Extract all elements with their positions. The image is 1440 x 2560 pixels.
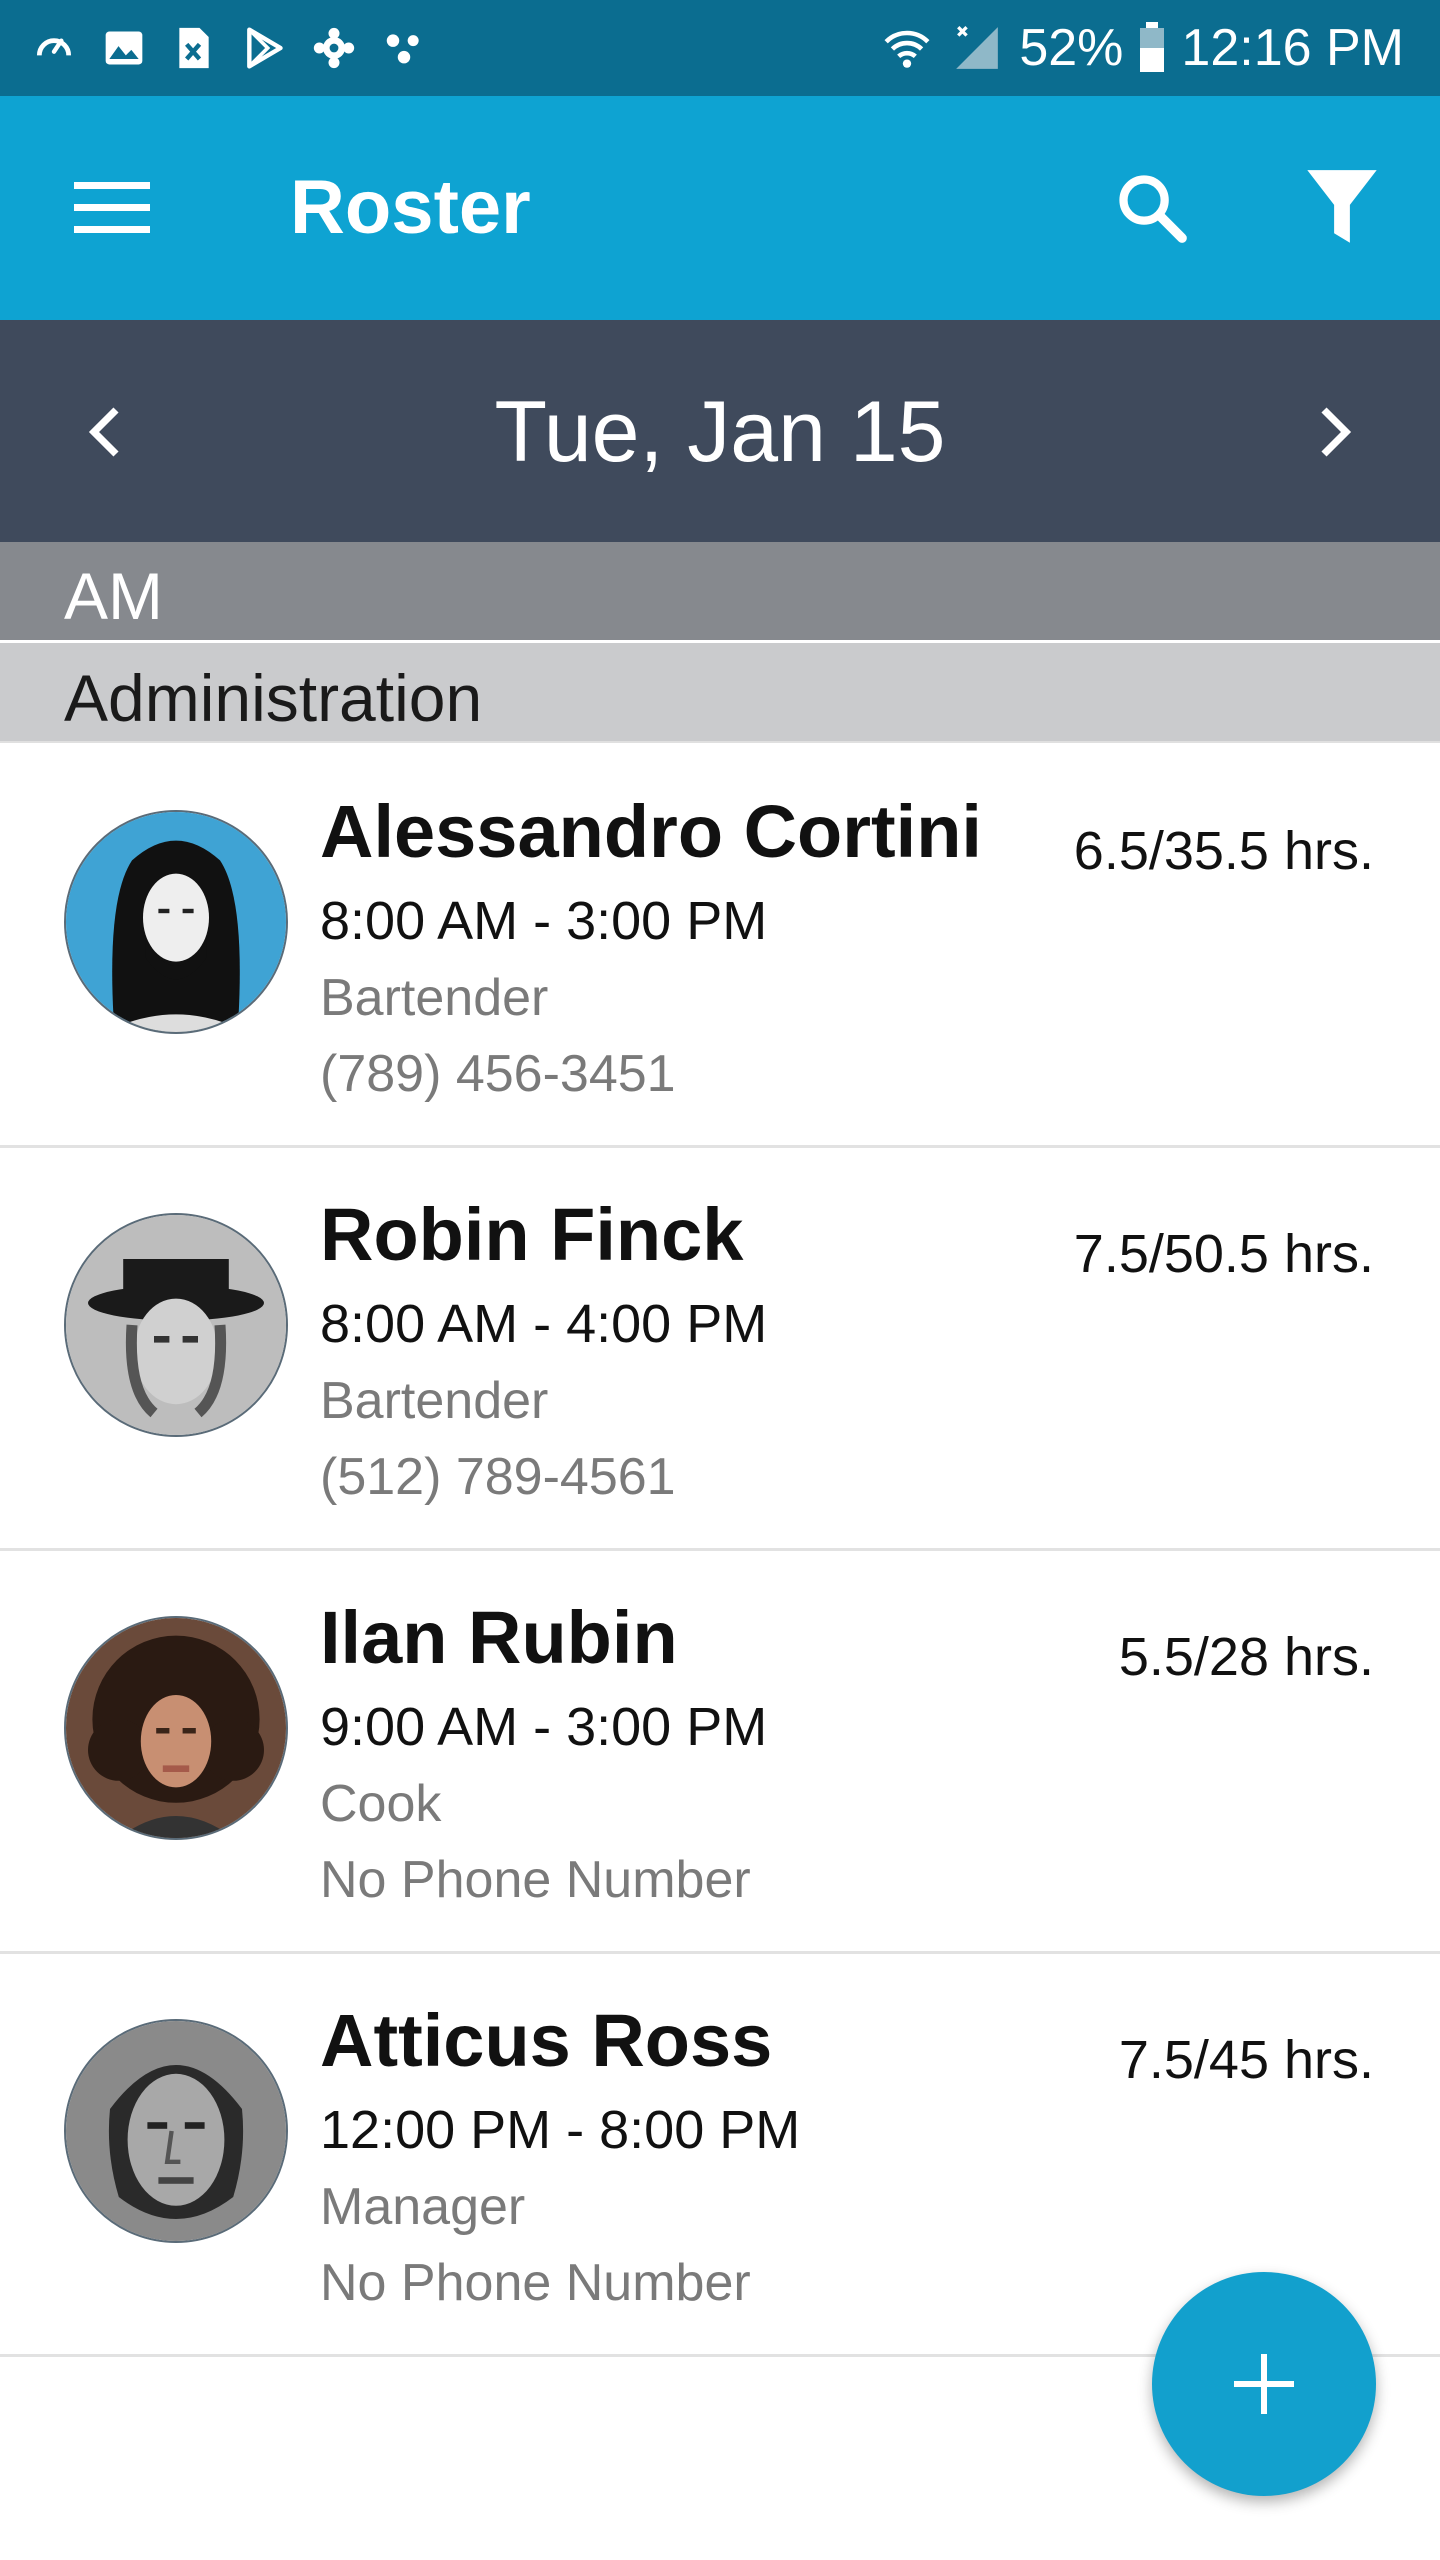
- app-bar: Roster: [0, 96, 1440, 320]
- battery-percent: 52%: [1019, 19, 1124, 77]
- employee-name: Atticus Ross: [320, 1999, 773, 2082]
- employee-role: Bartender: [320, 969, 549, 1027]
- notification-icons: [30, 22, 428, 74]
- shift-time: 9:00 AM - 3:00 PM: [320, 1697, 768, 1757]
- avatar: [64, 1616, 288, 1840]
- hours-summary: 7.5/45 hrs.: [1118, 2030, 1374, 2090]
- current-date: Tue, Jan 15: [494, 384, 946, 480]
- search-button[interactable]: [1100, 156, 1204, 260]
- search-icon: [1119, 175, 1187, 243]
- hours-summary: 5.5/28 hrs.: [1118, 1627, 1374, 1687]
- employee-row[interactable]: Alessandro Cortini 8:00 AM - 3:00 PM Bar…: [0, 745, 1440, 1148]
- clock: 12:16 PM: [1181, 19, 1404, 77]
- hours-summary: 7.5/50.5 hrs.: [1073, 1224, 1374, 1284]
- settings-gear-icon: [310, 24, 358, 72]
- filter-button[interactable]: [1290, 156, 1394, 260]
- battery-icon: [1137, 20, 1167, 76]
- filter-icon: [1307, 170, 1377, 243]
- hours-summary: 6.5/35.5 hrs.: [1073, 821, 1374, 881]
- employee-role: Bartender: [320, 1372, 549, 1430]
- shift-time: 8:00 AM - 3:00 PM: [320, 891, 768, 951]
- shift-time: 8:00 AM - 4:00 PM: [320, 1294, 768, 1354]
- next-day-button[interactable]: [1296, 384, 1376, 480]
- employee-role: Cook: [320, 1775, 442, 1833]
- employee-phone: No Phone Number: [320, 1851, 751, 1909]
- shift-time: 12:00 PM - 8:00 PM: [320, 2100, 801, 2160]
- employee-name: Ilan Rubin: [320, 1596, 678, 1679]
- page-title: Roster: [290, 165, 531, 250]
- employee-name: Robin Finck: [320, 1193, 744, 1276]
- employee-phone: (789) 456-3451: [320, 1045, 676, 1103]
- date-navigator: Tue, Jan 15: [0, 320, 1440, 542]
- excel-icon: [170, 24, 218, 72]
- dots-icon: [380, 24, 428, 72]
- speedometer-icon: [30, 24, 78, 72]
- employee-role: Manager: [320, 2178, 526, 2236]
- shift-section-header: AM: [0, 542, 1440, 640]
- add-shift-button[interactable]: [1152, 2272, 1376, 2496]
- employee-row[interactable]: Ilan Rubin 9:00 AM - 3:00 PM Cook No Pho…: [0, 1551, 1440, 1954]
- avatar: [64, 2019, 288, 2243]
- gallery-icon: [100, 24, 148, 72]
- play-store-icon: [240, 24, 288, 72]
- avatar: [64, 810, 288, 1034]
- department-header: Administration: [0, 643, 1440, 743]
- employee-name: Alessandro Cortini: [320, 790, 982, 873]
- wifi-icon: [879, 20, 935, 76]
- employee-row[interactable]: Robin Finck 8:00 AM - 4:00 PM Bartender …: [0, 1148, 1440, 1551]
- menu-button[interactable]: [56, 160, 168, 256]
- system-status: 52% 12:16 PM: [879, 16, 1404, 80]
- plus-icon: [1234, 2354, 1294, 2414]
- employee-phone: (512) 789-4561: [320, 1448, 676, 1506]
- menu-icon: [74, 182, 150, 233]
- status-bar: 52% 12:16 PM: [0, 0, 1440, 96]
- employee-phone: No Phone Number: [320, 2254, 751, 2312]
- roster-list: Alessandro Cortini 8:00 AM - 3:00 PM Bar…: [0, 745, 1440, 2357]
- signal-icon: [949, 20, 1005, 76]
- avatar: [64, 1213, 288, 1437]
- chevron-right-icon: [1321, 407, 1352, 457]
